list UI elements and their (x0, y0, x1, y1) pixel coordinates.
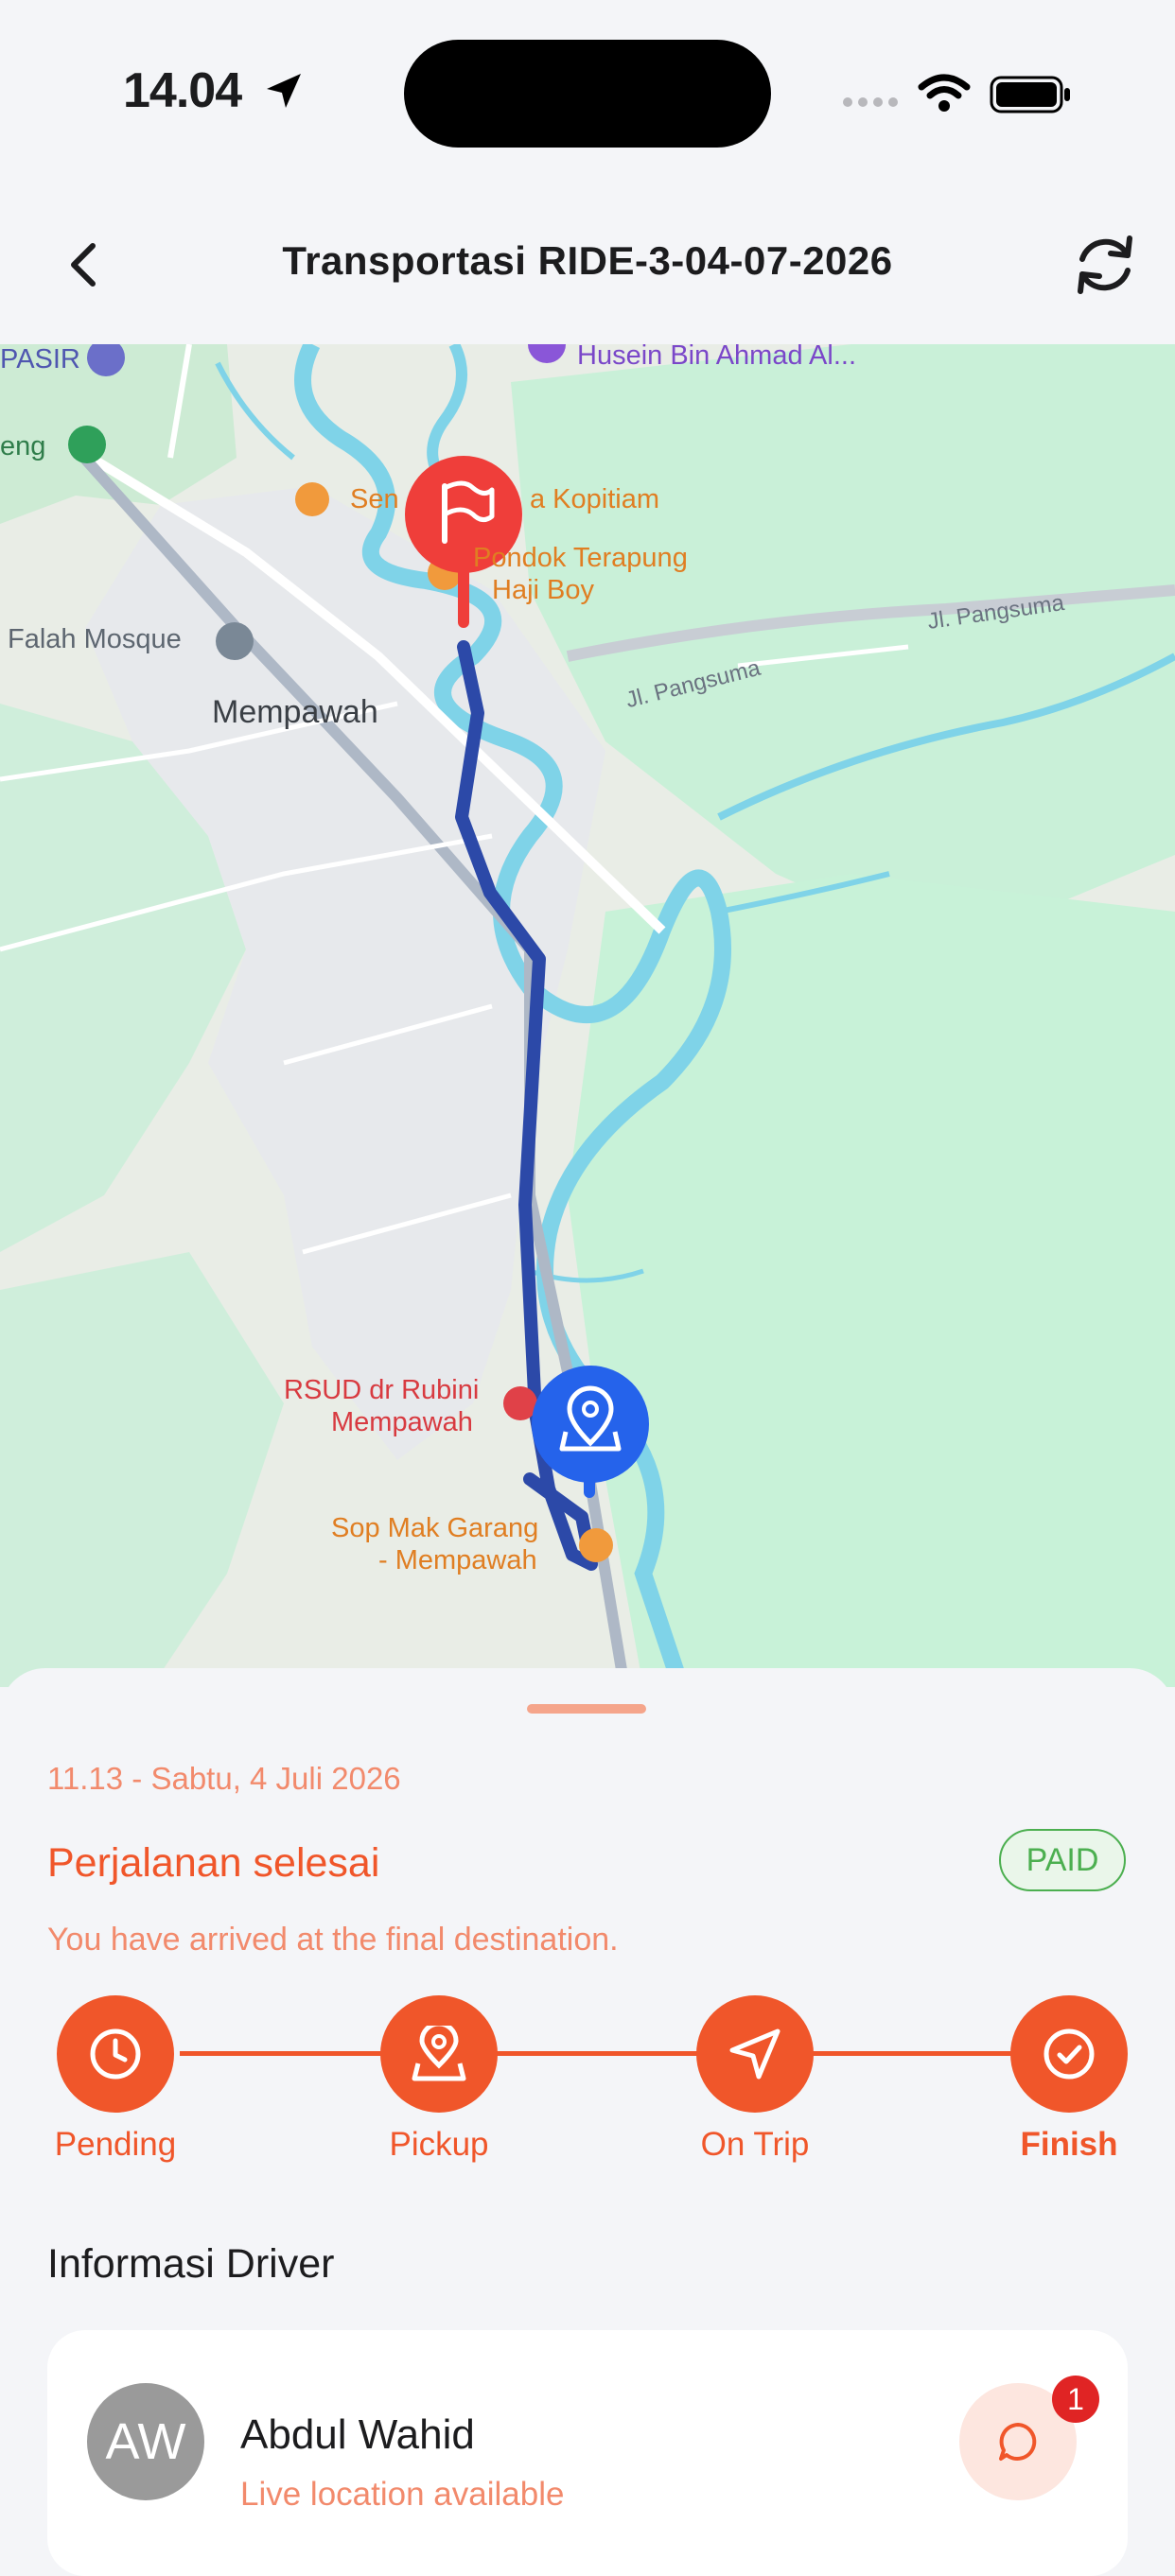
map-label-sop-2: - Mempawah (378, 1545, 537, 1575)
sheet-drag-handle[interactable] (527, 1704, 646, 1714)
map-label-rsud-2: Mempawah (331, 1407, 473, 1437)
map-label-eng: eng (0, 431, 46, 461)
paid-badge: PAID (999, 1829, 1126, 1891)
map-label-pondok-2: Haji Boy (492, 575, 594, 605)
step-on-trip (696, 1995, 814, 2113)
stepper-connector (180, 2051, 390, 2056)
refresh-icon[interactable] (1067, 227, 1143, 303)
cellular-signal-icon (843, 97, 898, 107)
trip-status-title: Perjalanan selesai (47, 1840, 380, 1886)
map-label-mempawah: Mempawah (212, 694, 378, 730)
battery-icon (990, 76, 1070, 113)
route-map[interactable]: PASIR eng Husein Bin Ahmad Al... Sen a K… (0, 344, 1175, 1687)
map-label-husein: Husein Bin Ahmad Al... (577, 344, 856, 371)
driver-avatar: AW (87, 2383, 204, 2500)
step-label-on-trip: On Trip (700, 2126, 810, 2163)
step-label-pickup: Pickup (389, 2126, 489, 2163)
step-pickup (380, 1995, 498, 2113)
check-circle-icon (1043, 2028, 1095, 2080)
page-title: Transportasi RIDE-3-04-07-2026 (282, 238, 893, 283)
map-label-pondok-1: Pondok Terapung (473, 543, 688, 573)
step-label-finish: Finish (1020, 2126, 1118, 2163)
chat-bubble-icon (999, 2423, 1037, 2461)
map-pin-icon (412, 2026, 466, 2081)
stepper-connector (810, 2051, 1020, 2056)
step-label-pending: Pending (54, 2126, 177, 2163)
nav-header: Transportasi RIDE-3-04-07-2026 (0, 189, 1175, 344)
driver-card[interactable]: AW Abdul Wahid Live location available 1 (47, 2330, 1128, 2576)
wifi-icon (918, 74, 971, 112)
map-label-sop-1: Sop Mak Garang (331, 1513, 539, 1543)
navigation-arrow-icon (729, 2028, 780, 2080)
map-label-rsud-1: RSUD dr Rubini (284, 1375, 480, 1405)
driver-name: Abdul Wahid (240, 2411, 475, 2458)
trip-status-description: You have arrived at the final destinatio… (47, 1922, 619, 1958)
map-label-kopitiam-b: a Kopitiam (530, 484, 660, 514)
stepper-connector (496, 2051, 706, 2056)
step-pending (57, 1995, 174, 2113)
unread-message-badge: 1 (1052, 2376, 1099, 2423)
trip-bottom-sheet[interactable]: 11.13 - Sabtu, 4 Juli 2026 Perjalanan se… (0, 1668, 1175, 2576)
trip-datetime: 11.13 - Sabtu, 4 Juli 2026 (47, 1761, 401, 1796)
dynamic-island (404, 40, 771, 148)
map-label-pasir: PASIR (0, 344, 80, 374)
driver-live-location-status: Live location available (240, 2476, 565, 2513)
driver-section-title: Informasi Driver (47, 2241, 335, 2287)
clock-icon (90, 2028, 141, 2080)
map-label-falah: Falah Mosque (8, 624, 182, 654)
status-bar: 14.04 (0, 0, 1175, 189)
status-time: 14.04 (123, 63, 242, 118)
step-finish (1010, 1995, 1128, 2113)
location-arrow-icon (267, 74, 301, 108)
map-label-kopitiam-a: Sen (350, 484, 399, 514)
